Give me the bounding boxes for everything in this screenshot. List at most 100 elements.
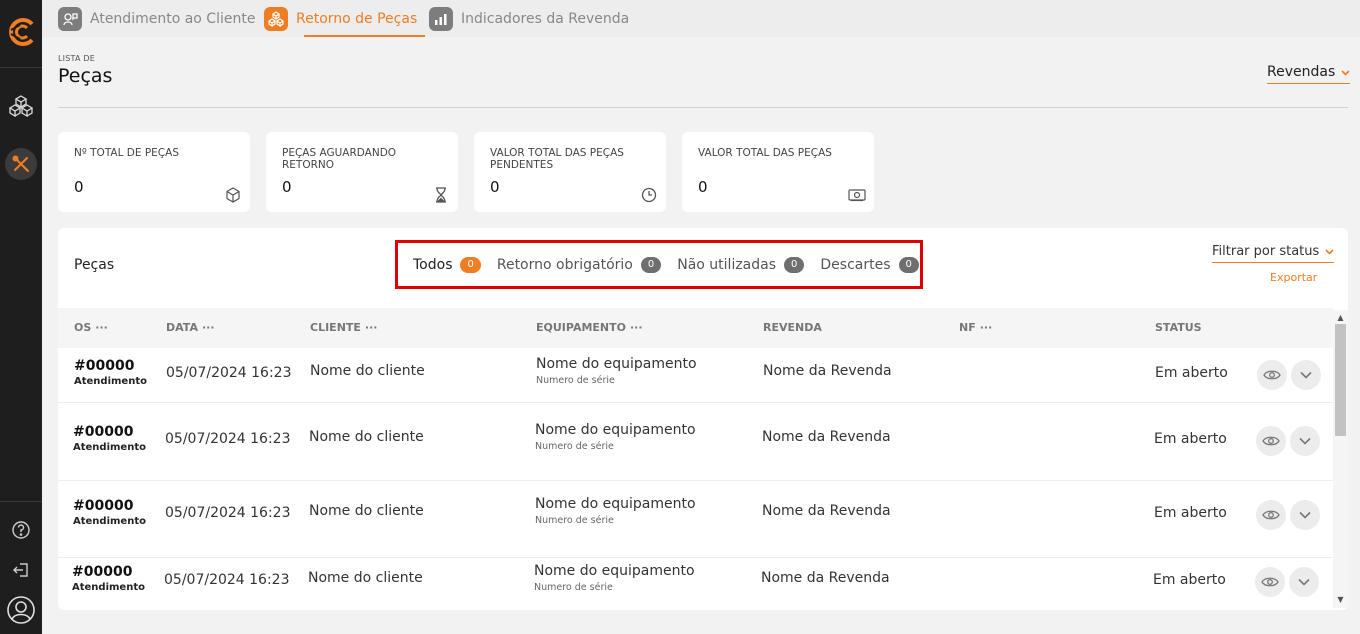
row-equipment: Nome do equipamento (535, 496, 696, 512)
row-client: Nome do cliente (310, 363, 425, 379)
support-icon (58, 6, 82, 31)
row-serial: Numero de série (536, 375, 615, 386)
sidebar-divider (0, 67, 42, 68)
parts-icon (264, 6, 288, 31)
top-navigation: Atendimento ao Cliente Retorno de Peças … (42, 0, 1360, 37)
row-date: 05/07/2024 16:23 (166, 365, 292, 381)
table-header: OS ··· DATA ··· CLIENTE ··· EQUIPAMENTO ··· … (58, 308, 1333, 348)
tools-icon[interactable] (5, 148, 37, 180)
os-type: Atendimento (73, 442, 146, 453)
column-header-status[interactable]: STATUS (1155, 321, 1206, 334)
hourglass-icon (432, 186, 450, 204)
filter-nao-utilizadas[interactable]: Não utilizadas 0 (677, 256, 805, 273)
column-menu-icon[interactable]: ··· (365, 321, 378, 334)
os-number: #00000 (73, 424, 134, 440)
tab-atendimento-ao-cliente[interactable]: Atendimento ao Cliente (58, 0, 255, 37)
row-date: 05/07/2024 16:23 (165, 505, 291, 521)
expand-chevron-icon[interactable] (1291, 360, 1321, 390)
view-eye-icon[interactable] (1257, 360, 1287, 390)
filter-count-badge: 0 (898, 256, 919, 273)
kpi-card-valor-total: VALOR TOTAL DAS PEÇAS 0 (682, 132, 874, 212)
cubes-icon[interactable] (5, 90, 37, 122)
row-status: Em aberto (1153, 572, 1226, 588)
revendas-dropdown[interactable]: Revendas (1267, 64, 1351, 84)
column-header-equipamento[interactable]: EQUIPAMENTO ··· (536, 321, 643, 334)
export-link[interactable]: Exportar (1270, 271, 1317, 284)
row-client: Nome do cliente (309, 503, 424, 519)
column-menu-icon[interactable]: ··· (980, 321, 993, 334)
kpi-value: 0 (490, 178, 500, 196)
os-type: Atendimento (74, 376, 147, 387)
help-icon[interactable] (5, 514, 37, 546)
filter-label: Não utilizadas (677, 256, 777, 273)
table-row: #00000 Atendimento 05/07/2024 16:23 Nome… (58, 403, 1333, 481)
tab-label: Retorno de Peças (296, 10, 418, 27)
row-dealer: Nome da Revenda (763, 363, 892, 379)
kpi-value: 0 (698, 178, 708, 196)
scroll-up-arrow-icon[interactable]: ▲ (1335, 313, 1346, 323)
app-logo-icon[interactable] (5, 17, 37, 47)
os-number: #00000 (72, 564, 133, 580)
column-header-revenda[interactable]: REVENDA (763, 321, 826, 334)
page-title: Peças (58, 65, 113, 87)
kpi-label: VALOR TOTAL DAS PEÇAS (698, 147, 832, 159)
kpi-card-aguardando-retorno: PEÇAS AGUARDANDO RETORNO 0 (266, 132, 458, 212)
column-header-os[interactable]: OS ··· (74, 321, 108, 334)
expand-chevron-icon[interactable] (1289, 567, 1319, 597)
expand-chevron-icon[interactable] (1290, 426, 1320, 456)
view-eye-icon[interactable] (1255, 567, 1285, 597)
kpi-card-valor-pendentes: VALOR TOTAL DAS PEÇAS PENDENTES 0 (474, 132, 666, 212)
user-avatar-icon[interactable] (5, 594, 37, 626)
row-status: Em aberto (1154, 505, 1227, 521)
scroll-down-arrow-icon[interactable]: ▼ (1335, 595, 1346, 605)
column-header-nf[interactable]: NF ··· (959, 321, 992, 334)
chevron-down-icon (1341, 64, 1350, 80)
kpi-value: 0 (282, 178, 292, 196)
table-title: Peças (74, 257, 115, 273)
row-equipment: Nome do equipamento (534, 563, 695, 579)
logout-icon[interactable] (5, 554, 37, 586)
filter-todos[interactable]: Todos 0 (413, 256, 481, 273)
row-date: 05/07/2024 16:23 (164, 572, 290, 588)
kpi-card-total-pecas: Nº TOTAL DE PEÇAS 0 (58, 132, 250, 212)
tab-label: Atendimento ao Cliente (90, 10, 256, 27)
filter-label: Todos (413, 256, 453, 273)
tab-retorno-de-pecas[interactable]: Retorno de Peças (264, 0, 426, 37)
box-icon (224, 186, 242, 204)
os-number: #00000 (73, 498, 134, 514)
column-menu-icon[interactable]: ··· (95, 321, 108, 334)
column-header-data[interactable]: DATA ··· (166, 321, 215, 334)
tab-indicadores-da-revenda[interactable]: Indicadores da Revenda (429, 0, 629, 37)
column-menu-icon[interactable]: ··· (630, 321, 643, 334)
os-type: Atendimento (72, 582, 145, 593)
row-equipment: Nome do equipamento (535, 422, 696, 438)
filter-retorno-obrigatorio[interactable]: Retorno obrigatório 0 (496, 256, 662, 273)
sidebar-divider (0, 501, 42, 502)
bar-chart-icon (429, 6, 453, 31)
row-equipment: Nome do equipamento (536, 356, 697, 372)
status-filter-dropdown[interactable]: Filtrar por status (1212, 244, 1335, 263)
view-eye-icon[interactable] (1256, 426, 1286, 456)
row-date: 05/07/2024 16:23 (165, 431, 291, 447)
column-header-cliente[interactable]: CLIENTE ··· (310, 321, 377, 334)
table-row: #00000 Atendimento 05/07/2024 16:23 Nome… (58, 481, 1333, 558)
row-client: Nome do cliente (308, 570, 423, 586)
status-filter-tabs: Todos 0 Retorno obrigatório 0 Não utiliz… (395, 240, 923, 289)
kpi-label: PEÇAS AGUARDANDO RETORNO (282, 147, 397, 171)
column-menu-icon[interactable]: ··· (202, 321, 215, 334)
row-dealer: Nome da Revenda (761, 570, 890, 586)
view-eye-icon[interactable] (1256, 500, 1286, 530)
filter-count-badge: 0 (460, 256, 481, 273)
status-filter-label: Filtrar por status (1212, 244, 1320, 259)
row-serial: Numero de série (535, 441, 614, 452)
money-icon (848, 186, 866, 204)
scrollbar-thumb[interactable] (1335, 324, 1346, 436)
row-status: Em aberto (1155, 365, 1228, 381)
header-divider (58, 107, 1348, 108)
filter-label: Descartes (820, 256, 891, 273)
filter-descartes[interactable]: Descartes 0 (820, 256, 919, 273)
expand-chevron-icon[interactable] (1290, 500, 1320, 530)
filter-label: Retorno obrigatório (496, 256, 633, 273)
table-row: #00000 Atendimento 05/07/2024 16:23 Nome… (58, 348, 1333, 403)
parts-table-panel: Peças Todos 0 Retorno obrigatório 0 Não … (58, 228, 1348, 610)
